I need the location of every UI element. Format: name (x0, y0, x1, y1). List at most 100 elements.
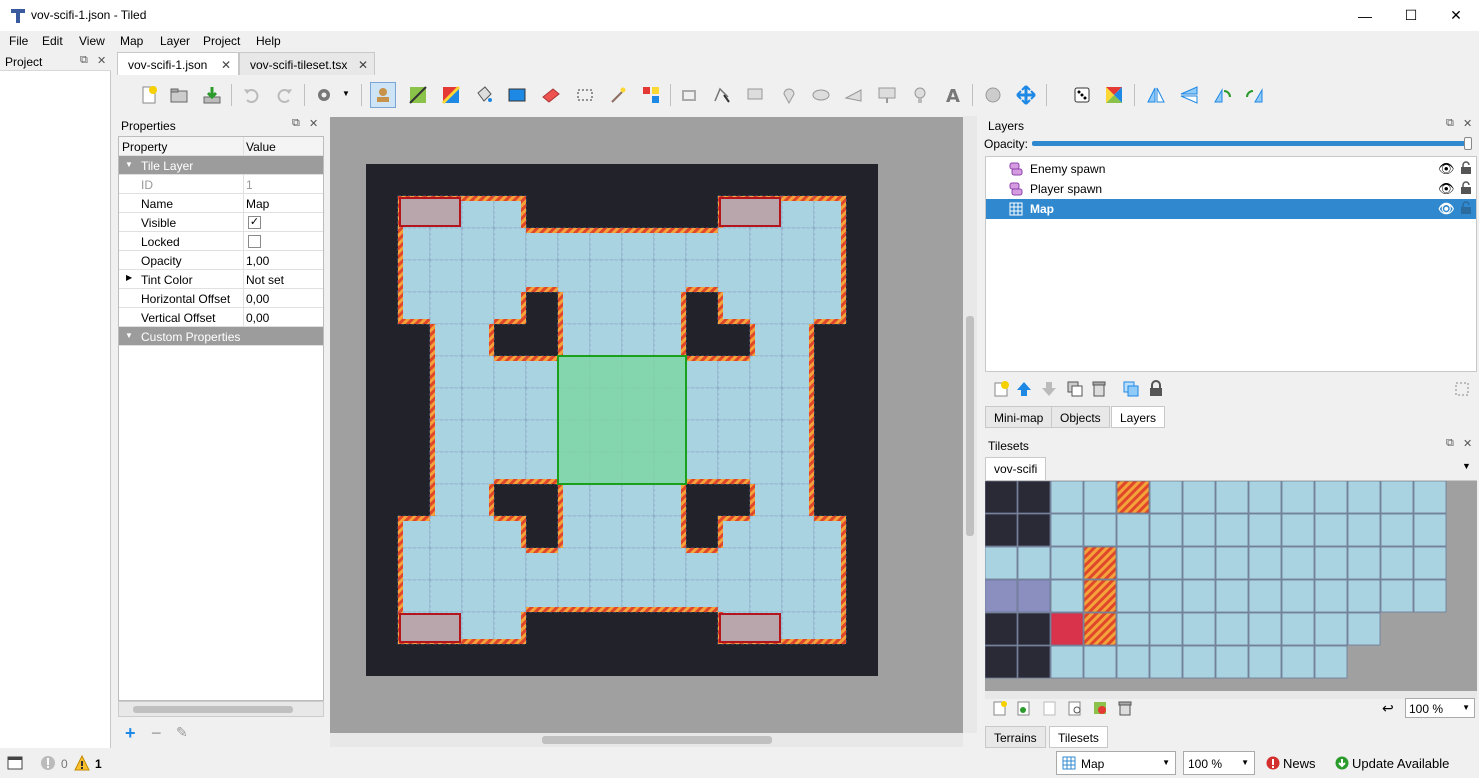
property-row-horizontal-offset[interactable]: Horizontal Offset 0,00 (119, 289, 323, 308)
select-same-tile-icon[interactable] (638, 82, 664, 108)
menu-map[interactable]: Map (120, 34, 143, 48)
duplicate-layer-icon[interactable] (1066, 380, 1084, 401)
layer-row-enemy-spawn[interactable]: Enemy spawn 👁 (986, 159, 1476, 179)
tab-vov-scifi[interactable]: vov-scifi (985, 457, 1047, 481)
maximize-button[interactable]: ☐ (1388, 0, 1434, 31)
menu-view[interactable]: View (79, 34, 105, 48)
insert-point-icon[interactable] (776, 82, 802, 108)
terrain-brush-icon[interactable] (405, 82, 431, 108)
menu-help[interactable]: Help (256, 34, 281, 48)
tab-terrains[interactable]: Terrains (985, 726, 1046, 748)
tileset-scrollbar[interactable] (985, 691, 1477, 699)
export-tileset-icon[interactable] (1042, 700, 1058, 719)
stamp-brush-icon[interactable] (370, 82, 396, 108)
save-icon[interactable] (199, 82, 225, 108)
new-tileset-icon[interactable] (992, 700, 1008, 719)
property-row-tint-color[interactable]: ▶ Tint Color Not set (119, 270, 323, 289)
lower-layer-icon[interactable] (1040, 380, 1058, 401)
eraser-icon[interactable] (538, 82, 564, 108)
chevron-down-icon[interactable]: ▼ (1462, 461, 1471, 471)
chevron-down-icon[interactable]: ▼ (342, 89, 350, 98)
new-map-icon[interactable] (136, 82, 162, 108)
world-tool-icon[interactable] (980, 82, 1006, 108)
insert-template-icon[interactable] (907, 82, 933, 108)
close-panel-icon[interactable]: ✕ (97, 54, 106, 67)
collapse-arrow-icon[interactable]: ▼ (125, 160, 133, 169)
insert-polygon-icon[interactable] (841, 82, 867, 108)
visibility-eye-icon[interactable]: 👁 (1438, 181, 1455, 197)
insert-ellipse-icon[interactable] (808, 82, 834, 108)
property-row-opacity[interactable]: Opacity 1,00 (119, 251, 323, 270)
close-panel-icon[interactable]: ✕ (309, 117, 318, 130)
error-icon[interactable] (40, 755, 56, 774)
open-file-icon[interactable] (166, 82, 192, 108)
select-objects-icon[interactable] (677, 82, 703, 108)
float-panel-icon[interactable]: ⧉ (1446, 117, 1454, 130)
tile-map[interactable] (366, 164, 878, 679)
map-horizontal-scrollbar[interactable] (330, 733, 963, 747)
visible-checkbox[interactable]: ✓ (248, 216, 261, 229)
edit-polygons-icon[interactable] (709, 82, 735, 108)
close-window-button[interactable]: ✕ (1433, 0, 1479, 31)
tab-objects[interactable]: Objects (1051, 406, 1110, 428)
highlight-layer-icon[interactable] (1453, 380, 1471, 401)
random-mode-dice-icon[interactable] (1069, 82, 1095, 108)
rectangular-select-icon[interactable] (572, 82, 598, 108)
property-value[interactable]: Map (246, 197, 269, 211)
rename-property-icon[interactable]: ✎ (176, 724, 188, 741)
property-value[interactable]: Not set (246, 273, 284, 287)
remove-tileset-icon[interactable] (1117, 700, 1133, 719)
bucket-fill-icon[interactable] (471, 82, 497, 108)
remove-property-icon[interactable]: − (151, 723, 162, 744)
opacity-slider-handle[interactable] (1464, 137, 1472, 150)
tab-mini-map[interactable]: Mini-map (985, 406, 1053, 428)
rotate-left-icon[interactable] (1209, 82, 1235, 108)
menu-project[interactable]: Project (203, 34, 240, 48)
move-icon[interactable] (1013, 82, 1039, 108)
property-row-locked[interactable]: Locked (119, 232, 323, 251)
tile-layer-group-row[interactable]: ▼ Tile Layer (119, 156, 323, 175)
delete-layer-icon[interactable] (1090, 380, 1108, 401)
dynamic-wrapping-icon[interactable]: ↩ (1382, 700, 1394, 717)
new-layer-icon[interactable] (992, 380, 1010, 401)
lock-icon[interactable] (1460, 201, 1472, 218)
map-vertical-scrollbar[interactable] (963, 116, 977, 733)
float-panel-icon[interactable]: ⧉ (80, 54, 88, 67)
raise-layer-icon[interactable] (1015, 380, 1033, 401)
update-available-link[interactable]: Update Available (1352, 756, 1449, 771)
collapse-arrow-icon[interactable]: ▼ (125, 331, 133, 340)
magic-wand-icon[interactable] (605, 82, 631, 108)
property-value[interactable]: 1,00 (246, 254, 269, 268)
custom-properties-group-row[interactable]: ▼ Custom Properties (119, 327, 323, 346)
lock-icon[interactable] (1460, 161, 1472, 178)
scrollbar-thumb[interactable] (542, 736, 772, 744)
tab-tilesets[interactable]: Tilesets (1049, 726, 1108, 748)
visibility-eye-icon[interactable]: 👁 (1438, 201, 1455, 217)
news-alert-icon[interactable] (1266, 756, 1280, 773)
console-icon[interactable] (7, 756, 23, 773)
scrollbar-thumb[interactable] (133, 706, 293, 713)
tileset-view[interactable] (984, 480, 1477, 691)
warning-icon[interactable] (74, 754, 90, 774)
lock-layers-icon[interactable] (1148, 380, 1164, 401)
insert-rectangle-icon[interactable] (742, 82, 768, 108)
layer-row-map[interactable]: Map 👁 (986, 199, 1476, 219)
wang-brush-icon[interactable] (438, 82, 464, 108)
close-panel-icon[interactable]: ✕ (1463, 437, 1472, 450)
scrollbar-thumb[interactable] (966, 316, 974, 536)
rotate-right-icon[interactable] (1242, 82, 1268, 108)
close-panel-icon[interactable]: ✕ (1463, 117, 1472, 130)
tab-close-icon[interactable]: ✕ (221, 58, 231, 72)
lock-icon[interactable] (1460, 181, 1472, 198)
shape-fill-icon[interactable] (504, 82, 530, 108)
menu-file[interactable]: File (9, 34, 28, 48)
expand-arrow-icon[interactable]: ▶ (126, 273, 132, 282)
show-other-layers-icon[interactable] (1122, 380, 1140, 401)
commands-gear-icon[interactable] (312, 82, 338, 108)
news-link[interactable]: News (1283, 756, 1316, 771)
update-download-icon[interactable] (1335, 756, 1349, 773)
float-panel-icon[interactable]: ⧉ (1446, 437, 1454, 450)
property-value[interactable]: 0,00 (246, 311, 269, 325)
menu-edit[interactable]: Edit (42, 34, 63, 48)
tileset-terrain-icon[interactable] (1092, 700, 1108, 719)
